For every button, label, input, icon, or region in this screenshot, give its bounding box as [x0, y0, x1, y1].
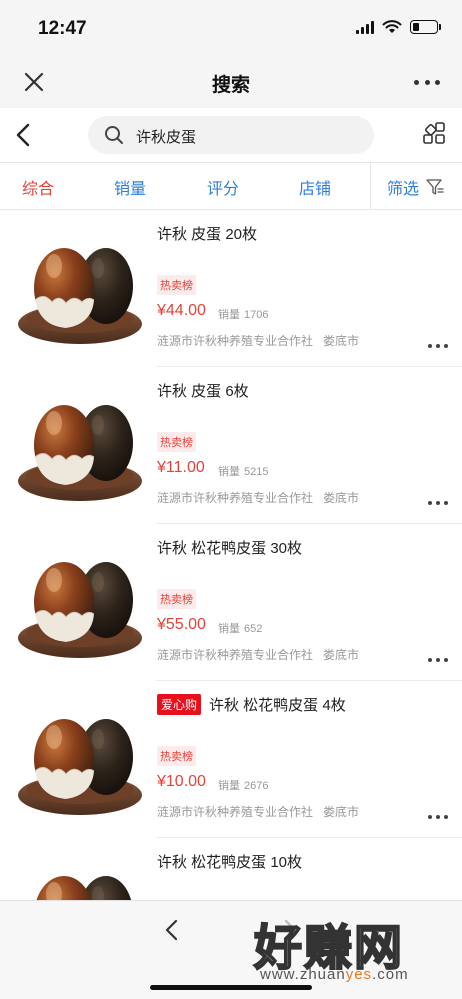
shop-city: 娄底市	[323, 805, 360, 819]
status-time: 12:47	[38, 18, 87, 39]
product-image[interactable]	[14, 699, 144, 819]
sales-count: 销量 2676	[218, 777, 268, 793]
product-title[interactable]: 许秋 皮蛋 6枚	[157, 380, 249, 401]
sales-label: 销量	[218, 623, 240, 635]
hot-rank-badge: 热卖榜	[157, 746, 196, 766]
search-input[interactable]: 许秋皮蛋	[88, 116, 374, 154]
sales-label: 销量	[218, 780, 240, 792]
sales-value: 2676	[244, 780, 269, 792]
sales-count: 销量 1706	[218, 306, 268, 322]
product-price: ¥11.00	[157, 459, 205, 476]
shop-name: 涟源市许秋种养殖专业合作社	[157, 805, 314, 819]
sales-label: 销量	[218, 466, 240, 478]
cellular-signal-icon	[356, 20, 374, 34]
sort-tab-comprehensive[interactable]: 综合	[22, 175, 54, 199]
item-more-icon[interactable]	[428, 658, 448, 664]
product-price: ¥44.00	[157, 302, 206, 319]
divider	[370, 163, 371, 209]
shop-info: 涟源市许秋种养殖专业合作社 娄底市	[157, 332, 359, 349]
shop-city: 娄底市	[323, 334, 360, 348]
battery-icon	[410, 20, 441, 34]
watermark-url: www.zhuanyes.com	[260, 966, 409, 983]
product-image[interactable]	[14, 542, 144, 662]
sort-tab-filter[interactable]: 筛选	[387, 175, 419, 199]
hot-rank-badge: 热卖榜	[157, 432, 196, 452]
product-price: ¥55.00	[157, 616, 206, 633]
product-title[interactable]: 许秋 皮蛋 20枚	[157, 223, 257, 244]
product-title-text: 许秋 松花鸭皮蛋 30枚	[157, 540, 303, 557]
wifi-icon	[382, 20, 402, 33]
sort-tab-sales[interactable]: 销量	[114, 175, 146, 199]
watermark: 好赚网 www.zhuanyes.com	[253, 908, 454, 988]
battery-level	[413, 23, 419, 31]
watermark-url-part: .com	[372, 966, 409, 983]
product-title[interactable]: 许秋 松花鸭皮蛋 10枚	[157, 851, 302, 872]
sort-tab-rating[interactable]: 评分	[207, 175, 239, 199]
layout-toggle-icon[interactable]	[422, 122, 446, 146]
product-card[interactable]: 许秋 皮蛋 20枚 热卖榜 ¥44.00 销量 1706 涟源市许秋种养殖专业合作…	[0, 210, 462, 367]
shop-info: 涟源市许秋种养殖专业合作社 娄底市	[157, 646, 359, 663]
back-arrow-icon[interactable]	[12, 122, 36, 148]
shop-city: 娄底市	[323, 648, 360, 662]
hot-rank-badge: 热卖榜	[157, 589, 196, 609]
product-price: ¥10.00	[157, 773, 206, 790]
product-title[interactable]: 爱心购 许秋 松花鸭皮蛋 4枚	[157, 694, 346, 715]
page-title: 搜索	[211, 75, 250, 96]
status-bar: 12:47	[0, 0, 462, 58]
product-title[interactable]: 许秋 松花鸭皮蛋 30枚	[157, 537, 302, 558]
search-query-text: 许秋皮蛋	[136, 129, 197, 146]
item-more-icon[interactable]	[428, 344, 448, 350]
sales-value: 652	[244, 623, 263, 635]
shop-info: 涟源市许秋种养殖专业合作社 娄底市	[157, 489, 359, 506]
product-card[interactable]: 爱心购 许秋 松花鸭皮蛋 4枚 热卖榜 ¥10.00 销量 2676 涟源市许秋种养…	[0, 681, 462, 838]
status-icons	[356, 20, 441, 34]
sales-count: 销量 652	[218, 620, 262, 636]
item-more-icon[interactable]	[428, 501, 448, 507]
shop-name: 涟源市许秋种养殖专业合作社	[157, 334, 314, 348]
shop-name: 涟源市许秋种养殖专业合作社	[157, 648, 314, 662]
sales-count: 销量 5215	[218, 463, 268, 479]
product-image[interactable]	[14, 385, 144, 505]
product-title-text: 许秋 皮蛋 20枚	[157, 226, 258, 243]
sales-value: 1706	[244, 309, 269, 321]
sort-bar: 综合 销量 评分 店铺 筛选	[0, 162, 462, 210]
hot-rank-badge: 热卖榜	[157, 275, 196, 295]
product-image[interactable]	[14, 228, 144, 348]
sales-label: 销量	[218, 309, 240, 321]
shop-info: 涟源市许秋种养殖专业合作社 娄底市	[157, 803, 359, 820]
watermark-url-part: www.zhuan	[260, 966, 346, 983]
nav-bar: 搜索	[0, 58, 462, 108]
filter-icon[interactable]	[426, 178, 444, 196]
love-purchase-badge: 爱心购	[157, 694, 202, 715]
item-more-icon[interactable]	[428, 815, 448, 821]
search-icon	[105, 126, 123, 144]
watermark-url-highlight: yes	[345, 966, 373, 983]
product-title-text: 许秋 松花鸭皮蛋 4枚	[209, 697, 346, 714]
shop-name: 涟源市许秋种养殖专业合作社	[157, 491, 314, 505]
sort-tab-shop[interactable]: 店铺	[299, 175, 331, 199]
product-card[interactable]: 许秋 松花鸭皮蛋 30枚 热卖榜 ¥55.00 销量 652 涟源市许秋种养殖专业…	[0, 524, 462, 681]
browser-back-icon[interactable]	[160, 917, 184, 943]
product-card[interactable]: 许秋 皮蛋 6枚 热卖榜 ¥11.00 销量 5215 涟源市许秋种养殖专业合作社…	[0, 367, 462, 524]
product-title-text: 许秋 皮蛋 6枚	[157, 383, 249, 400]
search-row: 许秋皮蛋	[0, 108, 462, 162]
sales-value: 5215	[244, 466, 269, 478]
more-menu-icon[interactable]	[414, 72, 440, 92]
product-title-text: 许秋 松花鸭皮蛋 10枚	[157, 854, 303, 871]
shop-city: 娄底市	[323, 491, 360, 505]
